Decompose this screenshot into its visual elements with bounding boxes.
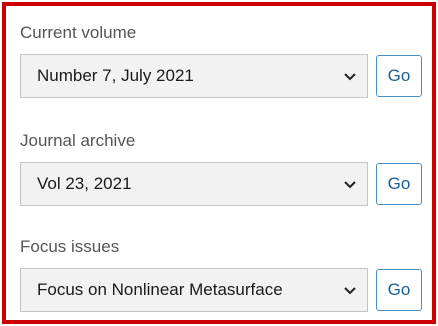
journal-archive-selected-value: Vol 23, 2021 bbox=[37, 174, 132, 193]
journal-archive-row: Vol 23, 2021 Go bbox=[20, 160, 426, 208]
journal-archive-group: Journal archive Vol 23, 2021 Go bbox=[20, 130, 426, 208]
focus-issues-select[interactable]: Focus on Nonlinear Metasurface bbox=[20, 268, 368, 312]
current-volume-selected-value: Number 7, July 2021 bbox=[37, 66, 194, 85]
journal-archive-select[interactable]: Vol 23, 2021 bbox=[20, 162, 368, 206]
focus-issues-row: Focus on Nonlinear Metasurface Go bbox=[20, 266, 426, 314]
volume-navigation-panel: Current volume Number 7, July 2021 Go Jo… bbox=[2, 2, 436, 324]
chevron-down-icon bbox=[344, 181, 356, 189]
chevron-down-icon bbox=[344, 287, 356, 295]
current-volume-label: Current volume bbox=[20, 23, 137, 42]
focus-issues-label: Focus issues bbox=[20, 237, 120, 256]
chevron-down-icon bbox=[344, 73, 356, 81]
focus-issues-go-button[interactable]: Go bbox=[376, 269, 422, 311]
journal-archive-label: Journal archive bbox=[20, 131, 136, 150]
current-volume-select[interactable]: Number 7, July 2021 bbox=[20, 54, 368, 98]
current-volume-go-button[interactable]: Go bbox=[376, 55, 422, 97]
focus-issues-selected-value: Focus on Nonlinear Metasurface bbox=[37, 280, 283, 299]
current-volume-row: Number 7, July 2021 Go bbox=[20, 52, 426, 100]
focus-issues-group: Focus issues Focus on Nonlinear Metasurf… bbox=[20, 236, 426, 314]
journal-archive-go-button[interactable]: Go bbox=[376, 163, 422, 205]
current-volume-group: Current volume Number 7, July 2021 Go bbox=[20, 22, 426, 100]
